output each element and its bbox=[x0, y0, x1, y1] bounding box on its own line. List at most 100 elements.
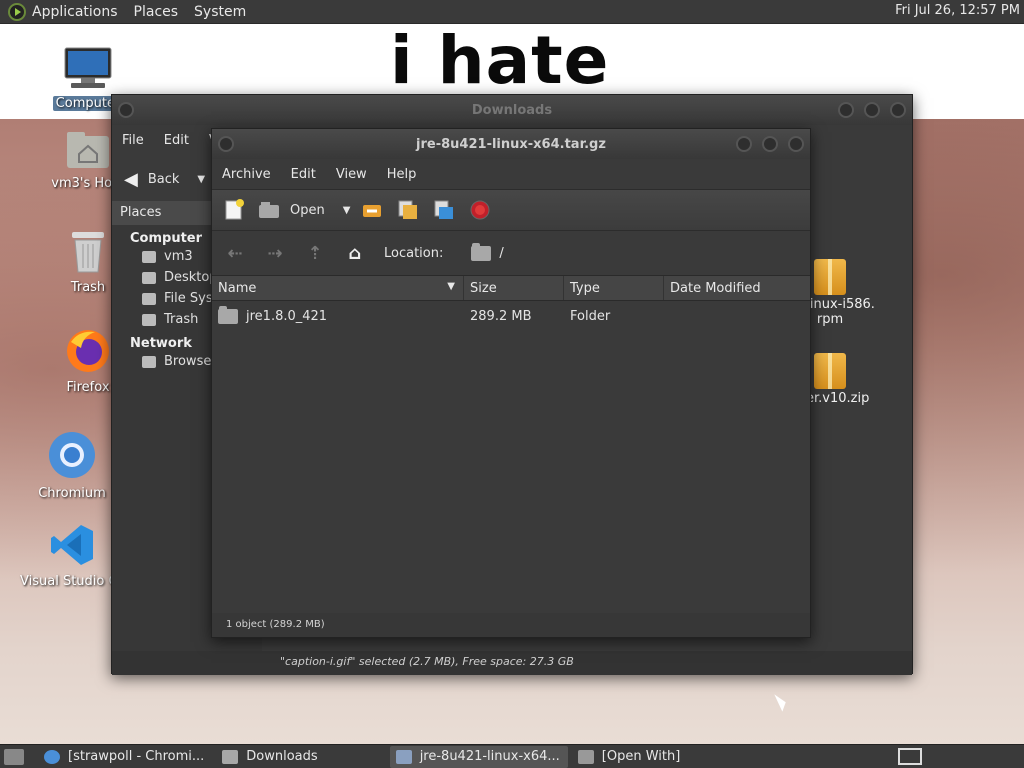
vscode-icon bbox=[51, 525, 93, 565]
menu-file[interactable]: File bbox=[122, 133, 144, 148]
column-header-name[interactable]: Name ▼ bbox=[212, 276, 464, 300]
task-label: Downloads bbox=[246, 749, 318, 764]
archive-toolbar: Open ▼ bbox=[212, 189, 810, 231]
home-folder-icon bbox=[67, 132, 109, 168]
back-label: Back bbox=[147, 171, 180, 187]
menu-archive[interactable]: Archive bbox=[222, 167, 271, 182]
window-title: Downloads bbox=[471, 102, 553, 118]
extract-icon bbox=[363, 205, 382, 217]
taskbar-item-chromium[interactable]: [strawpoll - Chromi... bbox=[38, 746, 212, 768]
new-archive-button[interactable] bbox=[222, 198, 246, 222]
clock[interactable]: Fri Jul 26, 12:57 PM bbox=[895, 3, 1020, 18]
drive-icon bbox=[142, 292, 156, 305]
task-label: jre-8u421-linux-x64... bbox=[419, 749, 560, 764]
desktop-icon-label: Firefox bbox=[66, 380, 110, 395]
minimize-button[interactable] bbox=[736, 136, 752, 152]
back-arrow-icon: ◀ bbox=[124, 168, 138, 190]
workspace-switcher-icon[interactable] bbox=[898, 748, 922, 765]
menu-places[interactable]: Places bbox=[134, 4, 179, 20]
dialog-icon bbox=[577, 749, 594, 764]
show-desktop-icon[interactable] bbox=[4, 748, 24, 765]
forward-arrow-icon[interactable]: ⇢ bbox=[264, 242, 286, 264]
chromium-icon bbox=[44, 749, 60, 764]
trash-icon bbox=[72, 232, 104, 273]
menu-applications[interactable]: Applications bbox=[32, 4, 118, 20]
downloads-statusbar: "caption-i.gif" selected (2.7 MB), Free … bbox=[112, 651, 912, 675]
file-list: jre1.8.0_421 289.2 MB Folder bbox=[212, 301, 810, 621]
menu-view[interactable]: View bbox=[336, 167, 367, 182]
archive-statusbar: 1 object (289.2 MB) bbox=[212, 613, 810, 637]
sort-down-icon: ▼ bbox=[447, 281, 455, 292]
package-icon bbox=[814, 259, 846, 295]
archive-menubar: Archive Edit View Help bbox=[212, 159, 810, 189]
package-icon bbox=[814, 353, 846, 389]
taskbar-item-open-with[interactable]: [Open With] bbox=[572, 746, 689, 768]
open-button[interactable]: Open ▼ bbox=[258, 200, 350, 220]
archive-icon bbox=[395, 749, 412, 764]
location-path: / bbox=[499, 245, 504, 261]
network-icon bbox=[142, 355, 156, 368]
up-arrow-icon[interactable]: ⇡ bbox=[304, 242, 326, 264]
add-folder-icon bbox=[434, 200, 454, 219]
add-files-button[interactable] bbox=[396, 198, 420, 222]
firefox-icon bbox=[67, 330, 109, 372]
menu-edit[interactable]: Edit bbox=[164, 133, 189, 148]
chromium-icon bbox=[49, 432, 95, 478]
top-panel: Applications Places System Fri Jul 26, 1… bbox=[0, 0, 1024, 24]
desktop-icon-label: Chromium bbox=[38, 486, 106, 501]
close-button[interactable] bbox=[890, 102, 906, 118]
folder-icon bbox=[471, 242, 492, 261]
close-button[interactable] bbox=[788, 136, 804, 152]
trash-icon bbox=[142, 313, 156, 326]
back-button[interactable]: ◀ Back ▼ bbox=[124, 169, 205, 190]
taskbar-item-downloads[interactable]: Downloads bbox=[216, 746, 325, 768]
computer-icon bbox=[64, 47, 112, 88]
table-row[interactable]: jre1.8.0_421 289.2 MB Folder bbox=[212, 301, 810, 331]
column-header-size[interactable]: Size bbox=[464, 276, 564, 300]
window-menu-icon[interactable] bbox=[218, 136, 234, 152]
sidebar-item-label: vm3 bbox=[164, 249, 193, 264]
new-file-icon bbox=[225, 199, 244, 220]
menu-system[interactable]: System bbox=[194, 4, 246, 20]
file-list-header: Name ▼ Size Type Date Modified bbox=[212, 275, 810, 301]
window-menu-icon[interactable] bbox=[118, 102, 134, 118]
archive-titlebar[interactable]: jre-8u421-linux-x64.tar.gz bbox=[212, 129, 810, 159]
wallpaper-banner: i hate bbox=[390, 22, 610, 99]
column-header-type[interactable]: Type bbox=[564, 276, 664, 300]
desktop-icon-label: Trash bbox=[70, 280, 106, 295]
chevron-down-icon: ▼ bbox=[197, 173, 206, 185]
downloads-titlebar[interactable]: Downloads bbox=[112, 95, 912, 125]
open-folder-icon bbox=[259, 202, 279, 218]
row-size: 289.2 MB bbox=[470, 308, 532, 324]
open-label: Open bbox=[290, 202, 325, 218]
sidebar-item-label: File Syst bbox=[164, 291, 218, 306]
menu-edit[interactable]: Edit bbox=[291, 167, 316, 182]
distro-logo-icon[interactable] bbox=[8, 2, 26, 21]
window-title: jre-8u421-linux-x64.tar.gz bbox=[416, 136, 606, 152]
minimize-button[interactable] bbox=[838, 102, 854, 118]
home-icon[interactable]: ⌂ bbox=[344, 242, 366, 264]
menu-help[interactable]: Help bbox=[387, 167, 417, 182]
desktop-icon bbox=[142, 271, 156, 284]
maximize-button[interactable] bbox=[762, 136, 778, 152]
back-arrow-icon[interactable]: ⇠ bbox=[224, 242, 246, 264]
chevron-down-icon: ▼ bbox=[342, 204, 351, 216]
sidebar-item-label: Desktop bbox=[164, 270, 218, 285]
folder-icon bbox=[222, 749, 239, 764]
task-label: [Open With] bbox=[601, 749, 681, 764]
maximize-button[interactable] bbox=[864, 102, 880, 118]
bottom-panel: [strawpoll - Chromi... Downloads jre-8u4… bbox=[0, 744, 1024, 768]
add-folder-button[interactable] bbox=[432, 198, 456, 222]
location-field[interactable]: / bbox=[471, 242, 504, 261]
stop-icon bbox=[470, 200, 490, 220]
column-header-date[interactable]: Date Modified bbox=[664, 276, 810, 300]
taskbar-item-archive[interactable]: jre-8u421-linux-x64... bbox=[389, 745, 568, 768]
location-bar: ⇠ ⇢ ⇡ ⌂ Location: / bbox=[212, 231, 810, 275]
stop-button[interactable] bbox=[468, 198, 492, 222]
row-name: jre1.8.0_421 bbox=[246, 308, 328, 324]
add-files-icon bbox=[398, 200, 418, 219]
home-icon bbox=[142, 250, 156, 263]
extract-button[interactable] bbox=[360, 198, 384, 222]
location-label: Location: bbox=[384, 245, 444, 261]
folder-icon bbox=[218, 305, 238, 324]
